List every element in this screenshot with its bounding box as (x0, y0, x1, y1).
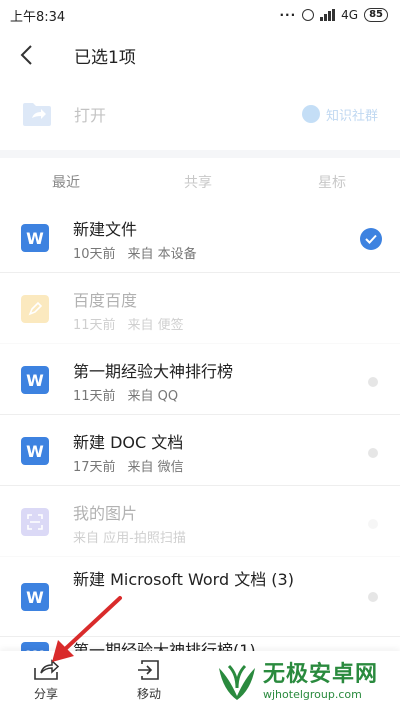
word-icon: W (21, 366, 49, 394)
tab-bar: 最近 共享 星标 (0, 164, 400, 200)
knowledge-community-label: 知识社群 (325, 108, 378, 124)
watermark-sub: wjhotelgroup.com (263, 688, 362, 701)
file-row: 我的图片 来自 应用-拍照扫描 (0, 486, 400, 557)
file-row[interactable]: W 第一期经验大神排行榜 11天前 来自 QQ (0, 344, 400, 415)
file-source: 来自 本设备 (127, 247, 197, 262)
file-time: 11天前 (73, 318, 116, 333)
site-watermark: 无极安卓网 wjhotelgroup.com (215, 656, 395, 708)
watermark-logo-icon (219, 664, 255, 700)
tab-recent[interactable]: 最近 (52, 172, 80, 192)
status-time: 上午8:34 (10, 9, 66, 25)
alarm-icon (302, 9, 315, 21)
open-label: 打开 (74, 106, 107, 125)
status-icons: ··· 4G 85 (279, 8, 388, 22)
move-button[interactable]: 移动 (136, 659, 162, 702)
file-name: 新建 DOC 文档 (73, 433, 184, 452)
back-button[interactable] (0, 30, 52, 80)
file-name: 第一期经验大神排行榜 (73, 362, 234, 381)
watermark-main: 无极安卓网 (263, 662, 379, 687)
file-row[interactable]: W 新建 DOC 文档 17天前 来自 微信 (0, 415, 400, 486)
note-icon (21, 295, 49, 323)
file-time: 11天前 (73, 389, 116, 404)
file-meta: 来自 应用-拍照扫描 (73, 527, 186, 546)
unselected-radio[interactable] (368, 448, 378, 458)
file-row[interactable]: W 新建 Microsoft Word 文档 (3) (0, 557, 400, 637)
file-source: 来自 便签 (127, 318, 184, 333)
word-icon: W (21, 224, 49, 252)
unselected-radio[interactable] (368, 592, 378, 602)
scan-icon (21, 508, 49, 536)
knowledge-community-link: 知识社群 (301, 105, 378, 124)
move-icon (138, 660, 159, 680)
open-row: 打开 知识社群 (0, 84, 400, 144)
share-icon (34, 659, 59, 680)
signal-icon (320, 9, 336, 21)
file-name: 新建 Microsoft Word 文档 (3) (73, 570, 294, 589)
page-title: 已选1项 (74, 47, 136, 68)
file-name: 百度百度 (73, 291, 138, 310)
move-label: 移动 (136, 687, 161, 701)
knowledge-community-icon (301, 105, 320, 123)
file-name: 我的图片 (73, 504, 138, 523)
word-icon: W (21, 437, 49, 465)
folder-share-icon (23, 103, 51, 126)
status-bar: 上午8:34 ··· 4G 85 (0, 0, 400, 30)
file-source: 来自 应用-拍照扫描 (73, 531, 186, 546)
file-meta: 11天前 来自 QQ (73, 385, 178, 404)
share-button[interactable]: 分享 (33, 659, 59, 702)
file-source: 来自 微信 (127, 460, 184, 475)
share-label: 分享 (33, 687, 58, 701)
file-row[interactable]: W 新建文件 10天前 来自 本设备 (0, 202, 400, 273)
file-meta: 11天前 来自 便签 (73, 314, 184, 333)
tab-star[interactable]: 星标 (318, 172, 346, 192)
file-meta: 17天前 来自 微信 (73, 456, 184, 475)
file-time: 17天前 (73, 460, 116, 475)
section-divider (0, 150, 400, 158)
file-name: 新建文件 (73, 220, 138, 239)
battery-icon: 85 (364, 8, 388, 22)
word-icon: W (21, 583, 49, 611)
chevron-left-icon (20, 45, 32, 65)
file-source: 来自 QQ (127, 389, 179, 404)
unselected-radio (368, 519, 378, 529)
header: 已选1项 (0, 30, 400, 80)
unselected-radio[interactable] (368, 377, 378, 387)
file-list: W 新建文件 10天前 来自 本设备 百度百度 11天前 来自 便签 W 第一期经验… (0, 202, 400, 637)
file-time: 10天前 (73, 247, 116, 262)
file-meta: 10天前 来自 本设备 (73, 243, 197, 262)
notification-dots: ··· (279, 8, 297, 22)
file-row: 百度百度 11天前 来自 便签 (0, 273, 400, 344)
selected-check-icon[interactable] (360, 228, 382, 250)
network-type: 4G (341, 8, 359, 22)
tab-share[interactable]: 共享 (184, 172, 212, 192)
